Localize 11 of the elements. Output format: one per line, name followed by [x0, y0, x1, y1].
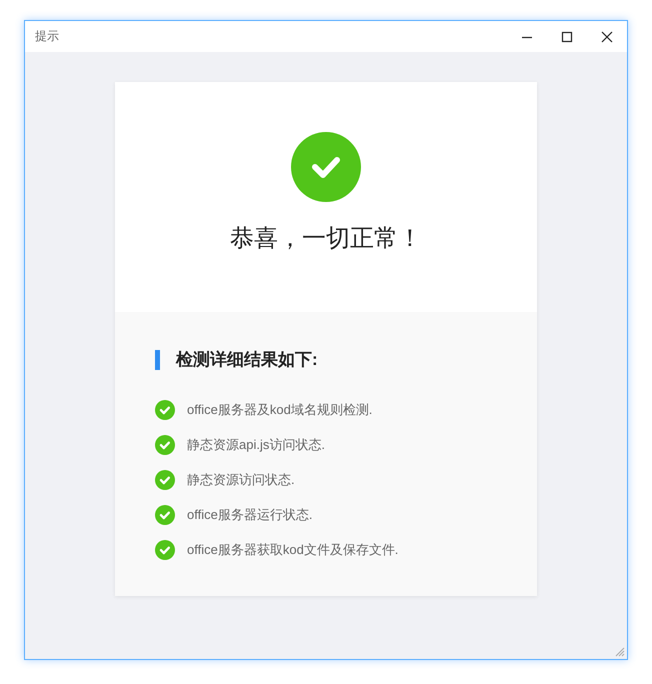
result-message: 恭喜，一切正常！ [230, 224, 422, 254]
check-item-label: office服务器获取kod文件及保存文件. [187, 541, 398, 559]
check-item-label: office服务器运行状态. [187, 506, 312, 524]
check-item-label: office服务器及kod域名规则检测. [187, 401, 372, 419]
maximize-icon [561, 30, 573, 42]
resize-grip-icon[interactable] [615, 647, 625, 657]
check-item-label: 静态资源访问状态. [187, 471, 295, 489]
window-title: 提示 [35, 28, 59, 45]
check-item-label: 静态资源api.js访问状态. [187, 436, 325, 454]
close-icon [601, 30, 613, 42]
details-heading: 检测详细结果如下: [155, 350, 497, 370]
